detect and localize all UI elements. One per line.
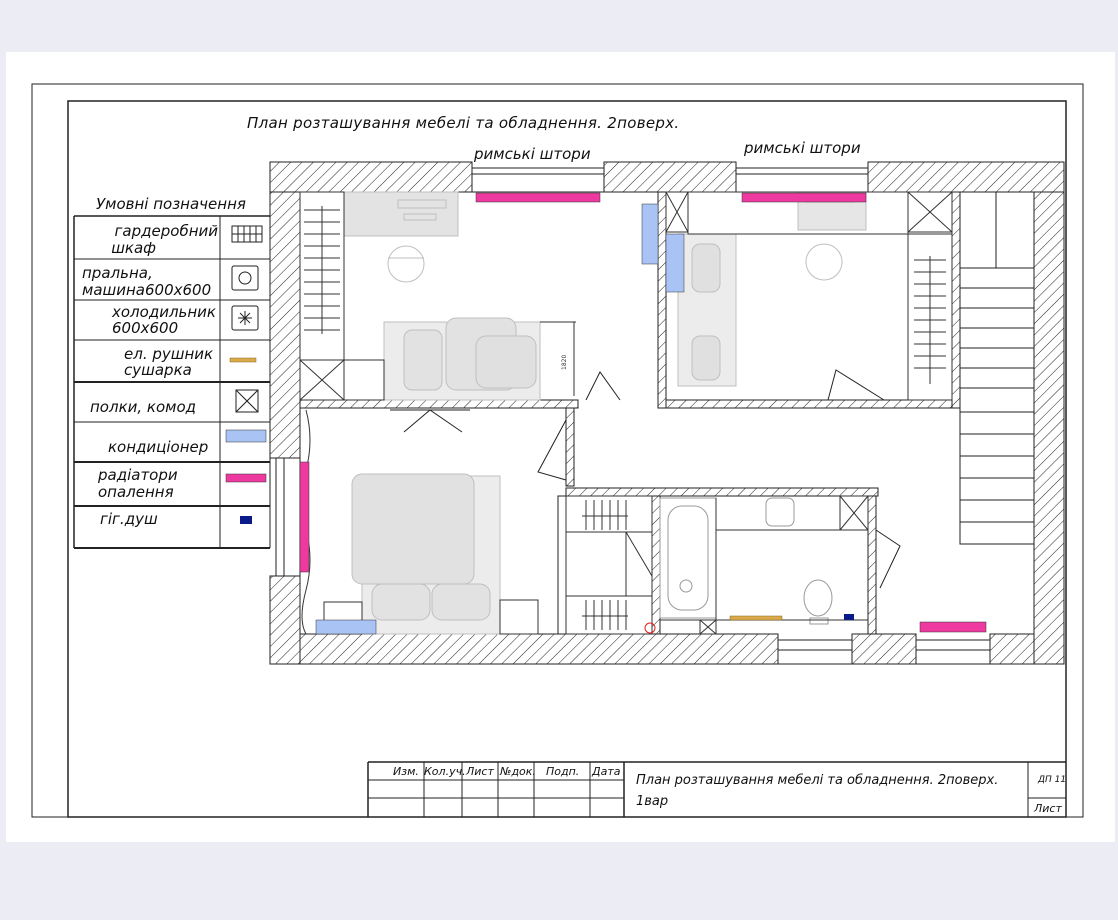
hygienic-shower-icon (240, 516, 252, 524)
fridge-icon (231, 305, 259, 331)
legend-label-fridge-2: 600х600 (112, 319, 179, 337)
air-conditioner-icon (225, 429, 267, 443)
roman-blinds-label-2: римські штори (744, 139, 861, 157)
legend-label-radiator-2: опалення (98, 483, 174, 501)
tb-description-2: 1вар (636, 794, 669, 809)
tb-code: ДП 11 (1038, 775, 1067, 785)
tb-description-1: План розташування мебелі та обладнення. … (636, 773, 999, 788)
sheet-title: План розташування мебелі та обладнення. … (247, 114, 680, 132)
shelves-icon (235, 389, 259, 413)
tb-sheet-label: Лист (1034, 802, 1062, 815)
hygienic-shower (844, 614, 854, 620)
tb-header-kol: Кол.уч. (424, 765, 466, 778)
legend-label-towel-2: сушарка (124, 361, 192, 379)
legend-label-towel-1: ел. рушник (124, 345, 214, 363)
tb-header-list: Лист (466, 765, 494, 778)
legend-title: Умовні позначення (96, 195, 246, 213)
washing-machine-icon (231, 265, 259, 291)
towel-dryer-icon (229, 357, 257, 363)
dimension-text: 1820 (561, 355, 568, 370)
bedroom-1-furniture (343, 191, 541, 401)
bedroom-2-furniture (677, 191, 867, 387)
wardrobe-icon (231, 225, 263, 243)
legend-label-wardrobe-1: гардеробний (114, 222, 218, 240)
dimension-line (540, 321, 576, 396)
staircase (959, 191, 1035, 545)
bathroom-fixtures (659, 497, 868, 634)
tb-header-date: Дата (592, 765, 621, 778)
bathroom-shelves (699, 495, 869, 635)
legend-label-washer-1: пральна, (82, 264, 153, 282)
legend-label-shower: гіг.душ (100, 510, 158, 528)
bedroom-3-furniture (351, 473, 501, 635)
tb-header-izm: Изм. (393, 765, 419, 778)
tb-header-doc: №док. (500, 765, 536, 778)
legend-label-ac: кондиціонер (108, 438, 209, 456)
radiator-icon (225, 473, 267, 483)
tb-header-sign: Подп. (546, 765, 580, 778)
wardrobe-corridor (565, 495, 653, 635)
roman-blinds-label-1: римські штори (474, 145, 591, 163)
legend-label-wardrobe-2: шкаф (111, 239, 156, 257)
legend-label-fridge-1: холодильник (112, 303, 216, 321)
towel-dryer (729, 615, 783, 621)
legend-label-shelves: полки, комод (90, 398, 197, 416)
legend-label-washer-2: машина600х600 (82, 281, 212, 299)
legend-label-radiator-1: радіатори (98, 466, 178, 484)
